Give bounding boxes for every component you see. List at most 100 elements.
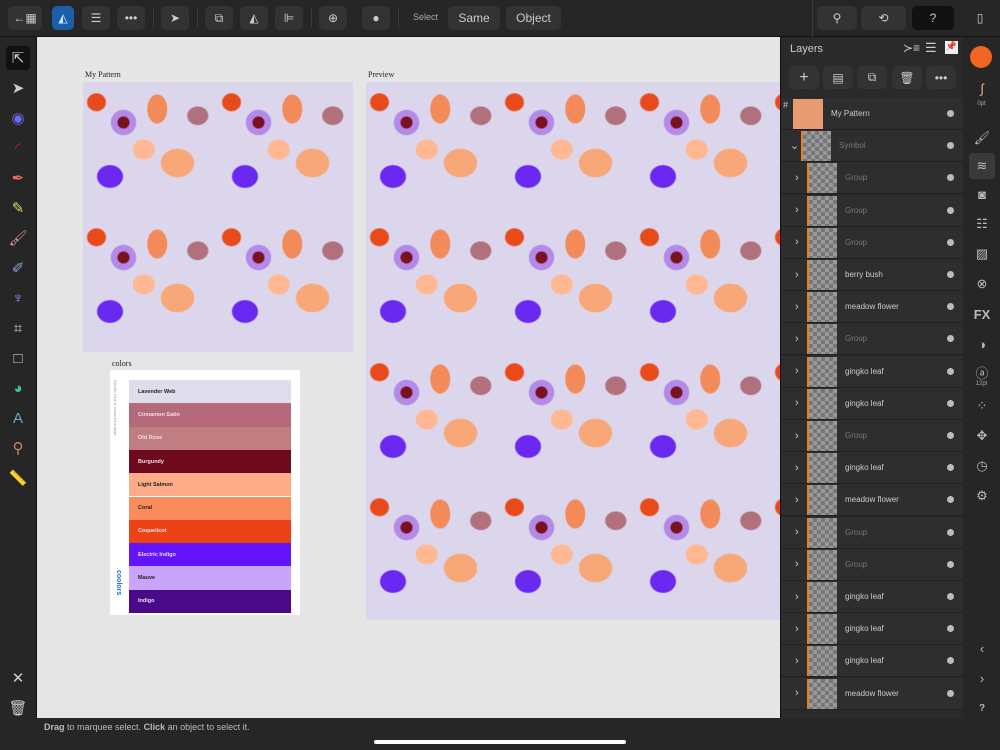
visibility-toggle[interactable] (947, 432, 954, 439)
color-swatch[interactable]: Coquelicot (129, 520, 291, 543)
layer-row[interactable]: ›Group (781, 517, 964, 549)
transparency-tool-icon[interactable]: ♆ (6, 286, 30, 310)
appearance-icon[interactable]: ◙ (971, 183, 993, 205)
layers-menu-icon[interactable]: ☰ (925, 40, 937, 56)
chevron-right-icon[interactable]: › (795, 623, 799, 635)
chevron-right-icon[interactable]: › (795, 301, 799, 313)
transform-icon[interactable]: ⁘ (971, 395, 993, 417)
layer-row[interactable]: ›Group (781, 549, 964, 581)
layer-options-button[interactable]: ••• (926, 66, 956, 89)
help-icon[interactable]: ? (971, 697, 993, 719)
pin-icon[interactable]: 📌 (945, 41, 958, 54)
chevron-right-icon[interactable]: › (795, 494, 799, 506)
color-adjust-icon[interactable]: ◑ (971, 333, 993, 355)
color-picker-tool-icon[interactable]: ⚲ (6, 436, 30, 460)
chevron-right-icon[interactable]: › (795, 397, 799, 409)
document-settings-icon[interactable]: ⚙ (971, 485, 993, 507)
document-menu-button[interactable]: ☰ (82, 6, 110, 30)
move-tool-icon[interactable]: ⇱ (6, 46, 30, 70)
visibility-toggle[interactable] (947, 110, 954, 117)
color-swatch[interactable]: Mauve (129, 566, 291, 589)
chevron-left-icon[interactable]: ‹ (971, 637, 993, 659)
chevron-right-icon[interactable]: › (795, 204, 799, 216)
visibility-toggle[interactable] (947, 174, 954, 181)
visibility-toggle[interactable] (947, 142, 954, 149)
close-icon[interactable]: ✕ (6, 666, 30, 690)
visibility-toggle[interactable] (947, 464, 954, 471)
layer-row[interactable]: ⌄Symbol (781, 130, 964, 162)
layer-row[interactable]: #My Pattern (781, 98, 964, 130)
chevron-right-icon[interactable]: › (795, 558, 799, 570)
chevron-right-icon[interactable]: › (971, 667, 993, 689)
history-icon[interactable]: ◷ (971, 455, 993, 477)
my-pattern-artboard[interactable] (83, 82, 353, 352)
chevron-right-icon[interactable]: › (795, 655, 799, 667)
layer-row[interactable]: ›meadow flower (781, 291, 964, 323)
boolean-button[interactable]: ● (362, 6, 390, 30)
navigator-icon[interactable]: ⊗ (971, 273, 993, 295)
fill-color-swatch[interactable] (970, 46, 992, 68)
visibility-toggle[interactable] (947, 207, 954, 214)
measure-tool-icon[interactable]: 📏 (6, 466, 30, 490)
styles-icon[interactable]: ☷ (971, 213, 993, 235)
layer-row[interactable]: ›gingko leaf (781, 581, 964, 613)
color-swatch[interactable]: Indigo (129, 590, 291, 613)
color-palette-artboard[interactable]: Electric blue & coloured orange coolors … (110, 370, 300, 615)
chevron-right-icon[interactable]: › (795, 333, 799, 345)
chevron-right-icon[interactable]: › (795, 687, 799, 699)
fx-icon[interactable]: FX (971, 303, 993, 325)
color-swatch[interactable]: Light Salmon (129, 473, 291, 496)
back-to-gallery-button[interactable]: ←▦ (8, 6, 42, 30)
chevron-right-icon[interactable]: › (795, 269, 799, 281)
stroke-icon[interactable]: ∫ (971, 77, 993, 99)
trash-icon[interactable]: 🗑 (6, 696, 30, 720)
chevron-right-icon[interactable]: › (795, 526, 799, 538)
layer-row[interactable]: ›meadow flower (781, 678, 964, 710)
layer-row[interactable]: ›Group (781, 227, 964, 259)
visibility-toggle[interactable] (947, 400, 954, 407)
visibility-toggle[interactable] (947, 239, 954, 246)
align-button[interactable]: ⊫ (275, 6, 303, 30)
delete-layer-button[interactable]: 🗑 (892, 66, 922, 89)
color-swatch[interactable]: Old Rose (129, 427, 291, 450)
chevron-right-icon[interactable]: › (795, 430, 799, 442)
visibility-toggle[interactable] (947, 657, 954, 664)
chevron-right-icon[interactable]: › (795, 591, 799, 603)
fill-tool-icon[interactable]: ✐ (6, 256, 30, 280)
visibility-toggle[interactable] (947, 561, 954, 568)
designer-persona-icon[interactable]: ◭ (52, 6, 74, 30)
add-layer-button[interactable]: + (789, 66, 819, 89)
layer-row[interactable]: ›Group (781, 195, 964, 227)
layer-row[interactable]: ›gingko leaf (781, 452, 964, 484)
color-swatch[interactable]: Cinnamon Satin (129, 403, 291, 426)
chevron-right-icon[interactable]: › (795, 462, 799, 474)
help-icon[interactable]: ? (912, 6, 954, 30)
preview-artboard[interactable] (366, 82, 780, 620)
layer-row[interactable]: ›Group (781, 162, 964, 194)
snapping-manager-icon[interactable]: ✥ (971, 425, 993, 447)
chevron-right-icon[interactable]: › (795, 236, 799, 248)
layer-row[interactable]: ›Group (781, 323, 964, 355)
chevron-down-icon[interactable]: ⌄ (790, 139, 799, 152)
insert-button[interactable]: ⊕ (319, 6, 347, 30)
crop-tool-icon[interactable]: ⌗ (6, 316, 30, 340)
more-menu-button[interactable]: ••• (117, 6, 145, 30)
color-swatch[interactable]: Burgundy (129, 450, 291, 473)
vector-brush-tool-icon[interactable]: 🖌 (6, 226, 30, 250)
layer-row[interactable]: ›gingko leaf (781, 388, 964, 420)
group-layers-button[interactable]: ⧉ (857, 66, 887, 89)
visibility-toggle[interactable] (947, 368, 954, 375)
layers-icon[interactable]: ≋ (969, 153, 995, 179)
text-tool-icon[interactable]: A (6, 406, 30, 430)
pencil-tool-icon[interactable]: ✎ (6, 196, 30, 220)
zoom-icon[interactable]: ⚲ (817, 6, 857, 30)
brushes-icon[interactable]: 🖌 (971, 127, 993, 149)
canvas[interactable]: My Pattern Preview colors Electric blue … (37, 37, 780, 718)
corner-tool-icon[interactable]: ◜ (6, 136, 30, 160)
visibility-toggle[interactable] (947, 593, 954, 600)
visibility-toggle[interactable] (947, 271, 954, 278)
color-swatch[interactable]: Coral (129, 497, 291, 520)
contour-tool-icon[interactable]: ◉ (6, 106, 30, 130)
chevron-right-icon[interactable]: › (795, 172, 799, 184)
node-tool-icon[interactable]: ➤ (6, 76, 30, 100)
